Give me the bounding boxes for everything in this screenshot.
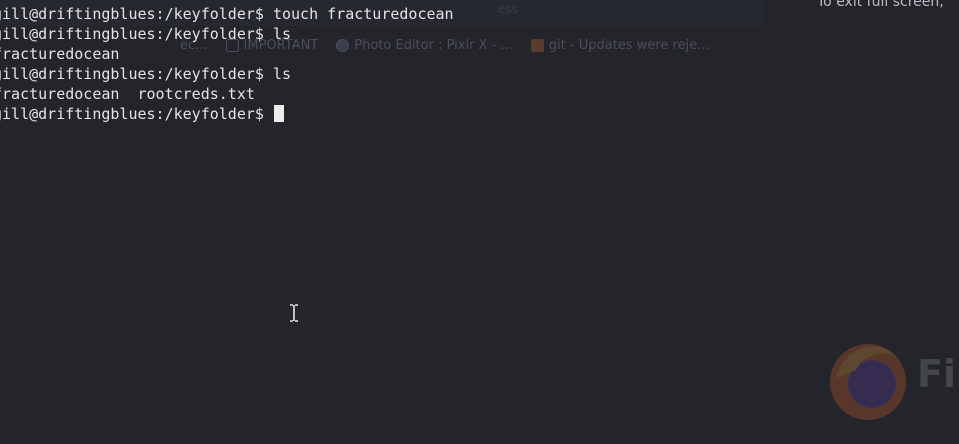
- terminal-line: gill@driftingblues:/keyfolder$ touch fra…: [0, 4, 959, 24]
- terminal-line: gill@driftingblues:/keyfolder$ ls: [0, 64, 959, 84]
- terminal-line: fracturedocean rootcreds.txt: [0, 84, 959, 104]
- terminal-block-cursor: [273, 105, 284, 122]
- terminal-line: gill@driftingblues:/keyfolder$: [0, 104, 959, 124]
- shell-prompt: gill@driftingblues:/keyfolder$: [0, 5, 264, 23]
- shell-command: ls: [263, 25, 292, 43]
- firefox-watermark-text: Fi: [917, 352, 956, 396]
- shell-command: ls: [263, 65, 292, 83]
- command-output: fracturedocean rootcreds.txt: [0, 85, 255, 103]
- command-output: fracturedocean: [0, 45, 120, 63]
- text-cursor-icon: [290, 304, 298, 322]
- terminal-line: fracturedocean: [0, 44, 959, 64]
- shell-prompt: gill@driftingblues:/keyfolder$: [0, 25, 264, 43]
- shell-command: touch fracturedocean: [263, 5, 454, 23]
- terminal-line: gill@driftingblues:/keyfolder$ ls: [0, 24, 959, 44]
- shell-prompt: gill@driftingblues:/keyfolder$: [0, 65, 264, 83]
- terminal-output[interactable]: gill@driftingblues:/keyfolder$ touch fra…: [0, 4, 959, 124]
- shell-prompt: gill@driftingblues:/keyfolder$: [0, 105, 264, 123]
- shell-command: [264, 105, 273, 123]
